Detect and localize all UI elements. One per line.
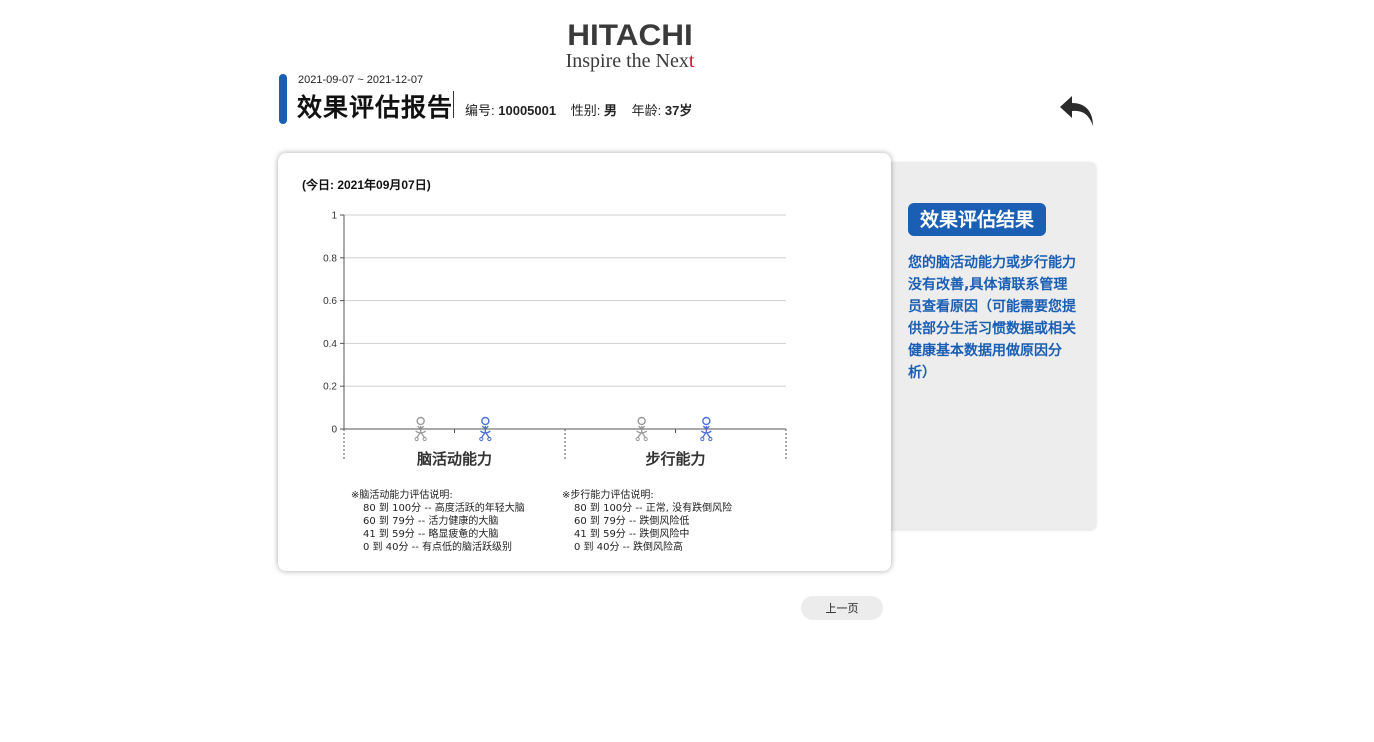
y-tick-label: 1 bbox=[331, 211, 337, 222]
data-point-shape bbox=[637, 416, 646, 426]
logo-tagline-accent: t bbox=[688, 50, 695, 72]
data-point-shape bbox=[416, 416, 425, 426]
data-point-shape bbox=[636, 425, 648, 439]
logo-tagline: Inspire the Next bbox=[545, 51, 715, 71]
data-point-shape bbox=[702, 416, 711, 426]
data-point-shape bbox=[643, 436, 648, 442]
brain-notes: ※脑活动能力评估说明: 80 到 100分 -- 高度活跃的年轻大脑 60 到 … bbox=[351, 489, 525, 554]
y-tick-label: 0.4 bbox=[323, 339, 337, 350]
data-point-shape bbox=[481, 416, 490, 426]
data-point-shape bbox=[708, 436, 713, 442]
data-point-shape bbox=[479, 436, 484, 442]
gender-value: 男 bbox=[603, 103, 617, 118]
category-label: 脑活动能力 bbox=[417, 450, 492, 468]
id-label: 编号: bbox=[465, 103, 495, 118]
data-point-shape bbox=[700, 425, 712, 439]
brain-note-line: 60 到 79分 -- 活力健康的大脑 bbox=[363, 516, 499, 527]
page-title: 效果评估报告 bbox=[297, 93, 454, 122]
walk-note-line: 41 到 59分 -- 跌倒风险中 bbox=[574, 529, 690, 540]
brain-notes-title: ※脑活动能力评估说明: bbox=[351, 490, 453, 501]
category-label: 步行能力 bbox=[645, 450, 705, 468]
previous-page-button[interactable]: 上一页 bbox=[801, 596, 883, 620]
y-tick-label: 0.8 bbox=[323, 253, 337, 264]
brain-note-line: 41 到 59分 -- 略显疲惫的大脑 bbox=[363, 529, 499, 540]
patient-info: 编号: 10005001 性别: 男 年龄: 37岁 bbox=[465, 100, 703, 119]
y-tick-label: 0 bbox=[331, 425, 337, 436]
data-point-shape bbox=[479, 425, 491, 439]
age-value: 37岁 bbox=[664, 103, 693, 118]
brain-note-line: 0 到 40分 -- 有点低的脑活跃级别 bbox=[363, 542, 513, 553]
result-title: 效果评估结果 bbox=[908, 203, 1047, 236]
data-point-shape bbox=[700, 436, 705, 442]
id-value: 10005001 bbox=[498, 103, 557, 118]
walk-notes: ※步行能力评估说明: 80 到 100分 -- 正常, 没有跌倒风险 60 到 … bbox=[562, 489, 732, 554]
undo-arrow-icon bbox=[1060, 96, 1093, 126]
hitachi-logo: HITACHI Inspire the Next bbox=[545, 20, 715, 72]
walk-notes-title: ※步行能力评估说明: bbox=[562, 490, 654, 501]
title-divider bbox=[453, 91, 454, 118]
logo-tagline-text: Inspire the Nex bbox=[565, 50, 689, 72]
walk-note-line: 80 到 100分 -- 正常, 没有跌倒风险 bbox=[574, 503, 733, 514]
age-label: 年龄: bbox=[631, 103, 662, 118]
data-point-shape bbox=[415, 425, 427, 439]
brain-note-line: 80 到 100分 -- 高度活跃的年轻大脑 bbox=[363, 503, 525, 514]
walk-note-line: 60 到 79分 -- 跌倒风险低 bbox=[574, 516, 690, 527]
y-tick-label: 0.2 bbox=[323, 382, 337, 393]
data-point-shape bbox=[635, 436, 640, 442]
back-button[interactable] bbox=[1058, 94, 1096, 128]
logo-brand: HITACHI bbox=[567, 19, 693, 52]
date-range: 2021-09-07 ~ 2021-12-07 bbox=[298, 74, 424, 86]
evaluation-chart: 0 0.2 0.4 0.6 0.8 1 脑活动能力 步行能力 bbox=[323, 211, 787, 468]
title-accent-bar bbox=[279, 74, 287, 124]
result-text: 您的脑活动能力或步行能力没有改善,具体请联系管理员查看原因（可能需要您提供部分生… bbox=[908, 255, 1076, 381]
today-date: (今日: 2021年09月07日) bbox=[302, 178, 431, 192]
y-tick-label: 0.6 bbox=[323, 296, 337, 307]
data-point-shape bbox=[414, 436, 419, 442]
gender-label: 性别: bbox=[570, 103, 601, 118]
walk-note-line: 0 到 40分 -- 跌倒风险高 bbox=[574, 542, 684, 553]
data-point-shape bbox=[422, 436, 427, 442]
data-point-shape bbox=[487, 436, 492, 442]
